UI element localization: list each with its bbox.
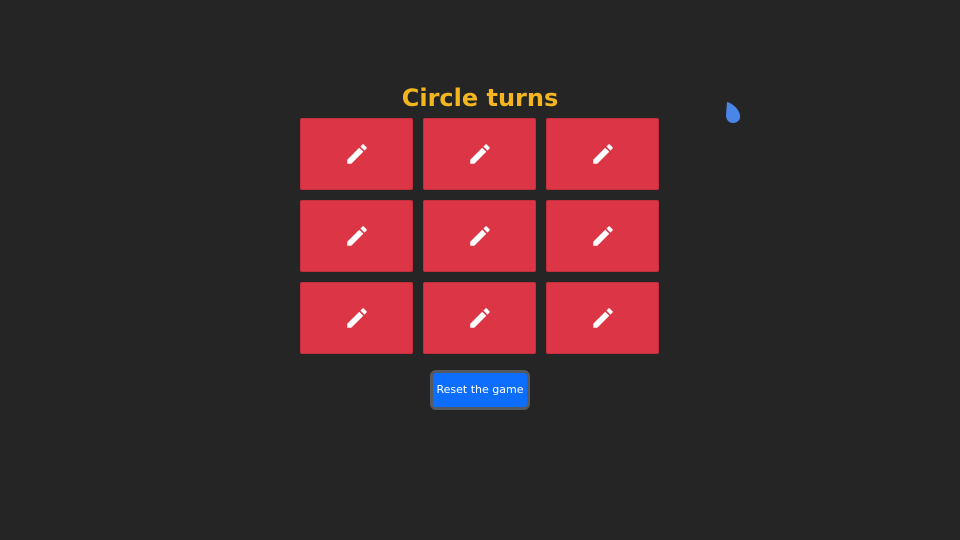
pencil-icon xyxy=(592,308,613,328)
pencil-icon xyxy=(346,144,367,164)
pencil-icon xyxy=(592,144,613,164)
droplet-icon xyxy=(726,102,741,123)
board-cell-r1c1[interactable] xyxy=(300,118,413,190)
pencil-icon xyxy=(469,226,490,246)
pencil-icon xyxy=(469,308,490,328)
pencil-icon xyxy=(469,144,490,164)
pencil-icon xyxy=(592,226,613,246)
board-cell-r2c1[interactable] xyxy=(300,200,413,272)
pencil-icon xyxy=(346,226,367,246)
board-cell-r2c3[interactable] xyxy=(546,200,659,272)
tic-tac-toe-board xyxy=(300,118,660,355)
board-cell-r2c2[interactable] xyxy=(423,200,536,272)
board-cell-r3c3[interactable] xyxy=(546,282,659,354)
reset-game-button[interactable]: Reset the game xyxy=(430,370,530,410)
board-cell-r3c2[interactable] xyxy=(423,282,536,354)
game-page: Circle turns Reset the game xyxy=(0,0,960,540)
board-cell-r1c2[interactable] xyxy=(423,118,536,190)
turn-status-title: Circle turns xyxy=(401,84,559,112)
board-cell-r1c3[interactable] xyxy=(546,118,659,190)
pencil-icon xyxy=(346,308,367,328)
board-cell-r3c1[interactable] xyxy=(300,282,413,354)
